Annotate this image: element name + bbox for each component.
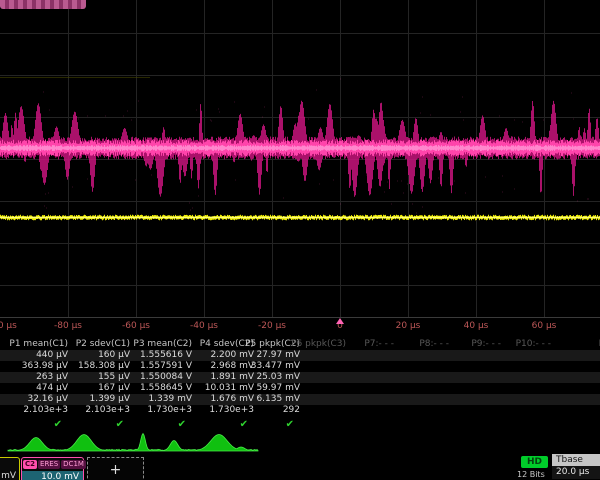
measure-value: 1.339 mV — [148, 394, 192, 405]
measure-value: 2.200 mV — [210, 350, 254, 361]
measure-header-p8[interactable]: P8:- - - — [419, 339, 449, 350]
measure-value: 10.031 mV — [205, 383, 254, 394]
time-axis-label: -60 µs — [122, 321, 150, 331]
timebase-descriptor[interactable]: Tbase 20.0 µs — [552, 454, 600, 480]
measurement-histogram-trace — [8, 434, 258, 452]
measure-value: 1.730e+3 — [209, 405, 254, 416]
c2-eres-tag: ERES — [38, 460, 60, 469]
timebase-value: 20.0 µs — [552, 466, 600, 479]
measure-value: 363.98 µV — [22, 361, 68, 372]
measure-header-p1[interactable]: P1 mean(C1) — [9, 339, 68, 350]
measure-header-p2[interactable]: P2 sdev(C1) — [76, 339, 130, 350]
measure-value: 263 µV — [36, 372, 68, 383]
measure-value: 1.676 mV — [210, 394, 254, 405]
table-row-stripe — [0, 372, 600, 383]
table-row-stripe — [0, 350, 600, 361]
measure-status-check-icon: ✔ — [54, 419, 62, 431]
time-axis-label: 20 µs — [396, 321, 421, 331]
measure-value: 25.03 mV — [256, 372, 300, 383]
measure-header-p10[interactable]: P10:- - - — [516, 339, 551, 350]
c1-vertical-scale: 10.0 mV — [0, 470, 19, 480]
measure-value: 59.97 mV — [256, 383, 300, 394]
measure-value: 1.891 mV — [210, 372, 254, 383]
trigger-time-marker-icon[interactable] — [336, 318, 344, 324]
measure-status-check-icon: ✔ — [286, 419, 294, 431]
measure-status-check-icon: ✔ — [178, 419, 186, 431]
timebase-label: Tbase — [552, 454, 600, 466]
measure-value: 2.103e+3 — [23, 405, 68, 416]
measure-value: 6.135 mV — [256, 394, 300, 405]
time-axis-label: -20 µs — [258, 321, 286, 331]
time-axis-label: -100 µs — [0, 321, 17, 331]
measure-value: 1.557591 V — [140, 361, 192, 372]
measure-value: 440 µV — [36, 350, 68, 361]
measure-value: 167 µV — [98, 383, 130, 394]
measure-value: 32.16 µV — [27, 394, 68, 405]
measure-value: 1.399 µV — [89, 394, 130, 405]
channel-descriptor-c1[interactable]: C1 DC1M 10.0 mV — [0, 457, 20, 480]
measure-value: 33.477 mV — [251, 361, 300, 372]
time-axis-label: -40 µs — [190, 321, 218, 331]
measure-table: P1 mean(C1)440 µV363.98 µV263 µV474 µV32… — [0, 335, 600, 435]
measure-value: 1.730e+3 — [147, 405, 192, 416]
time-axis-label: 60 µs — [532, 321, 557, 331]
measure-header-p9[interactable]: P9:- - - — [471, 339, 501, 350]
measure-value: 160 µV — [98, 350, 130, 361]
time-axis-label: -80 µs — [54, 321, 82, 331]
c2-channel-tag: C2 — [23, 460, 37, 469]
measure-value: 27.97 mV — [256, 350, 300, 361]
measure-value: 158.308 µV — [78, 361, 130, 372]
measure-header-p7[interactable]: P7:- - - — [364, 339, 394, 350]
trace-annotation-badge[interactable] — [0, 0, 86, 9]
hd-mode-badge[interactable]: HD — [521, 456, 548, 468]
add-trace-button[interactable]: + — [87, 457, 144, 480]
measure-value: 1.558645 V — [140, 383, 192, 394]
c2-coupling-tag: DC1M — [61, 460, 86, 469]
measure-value: 155 µV — [98, 372, 130, 383]
time-axis-label: 40 µs — [464, 321, 489, 331]
measure-value: 1.555616 V — [140, 350, 192, 361]
measure-value: 1.550084 V — [140, 372, 192, 383]
oscilloscope-screen: -100 µs-80 µs-60 µs-40 µs-20 µs020 µs40 … — [0, 0, 600, 480]
measure-status-check-icon: ✔ — [240, 419, 248, 431]
measure-header-p6[interactable]: P6 pkpk(C3) — [291, 339, 346, 350]
measure-value: 2.968 mV — [210, 361, 254, 372]
measure-value: 474 µV — [36, 383, 68, 394]
time-axis: -100 µs-80 µs-60 µs-40 µs-20 µs020 µs40 … — [0, 318, 600, 335]
measure-value: 2.103e+3 — [85, 405, 130, 416]
c2-vertical-scale: 10.0 mV — [22, 471, 83, 480]
hd-bits-label: 12 Bits — [517, 470, 545, 479]
measure-value: 292 — [283, 405, 300, 416]
measure-status-check-icon: ✔ — [116, 419, 124, 431]
measure-header-p3[interactable]: P3 mean(C2) — [133, 339, 192, 350]
channel-descriptor-c2[interactable]: C2 ERES DC1M 10.0 mV — [21, 457, 84, 480]
